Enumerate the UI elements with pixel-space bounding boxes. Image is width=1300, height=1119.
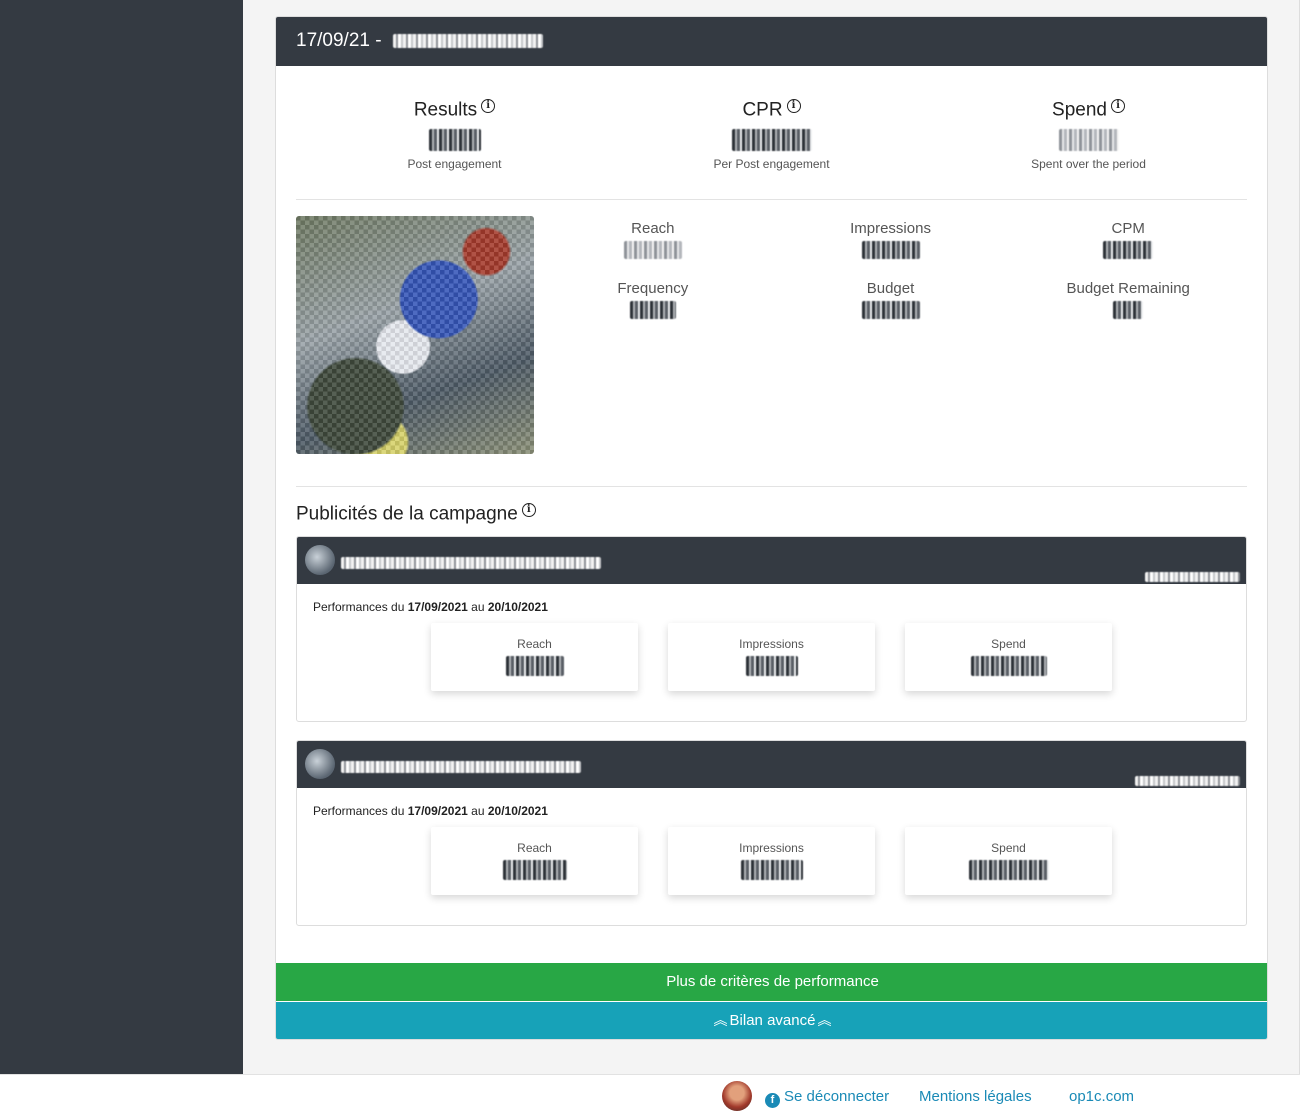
metric-value-redacted [772, 241, 1010, 261]
ad-name-redacted [341, 758, 581, 776]
metrics-grid: Reach Impressions CPM Frequency Budget B… [534, 216, 1247, 336]
kpi-results: Results i Post engagement [296, 81, 613, 199]
advanced-report-button[interactable]: ︽ Bilan avancé ︽ [276, 1002, 1267, 1039]
ad-stats: Reach Impressions Spend [431, 827, 1112, 895]
ad-date-redacted [1145, 568, 1240, 586]
ad-stat-value-redacted [905, 656, 1112, 676]
campaign-name-redacted [392, 33, 543, 48]
ad-stat-impressions: Impressions [668, 623, 875, 691]
ad-stat-reach: Reach [431, 623, 638, 691]
metric-cpm: CPM [1009, 216, 1247, 276]
user-avatar[interactable] [722, 1081, 752, 1111]
sidebar [0, 0, 243, 1074]
metric-value-redacted [534, 301, 772, 321]
ad-avatar [305, 545, 335, 575]
metric-label: Reach [631, 220, 675, 237]
ad-name-redacted [341, 554, 601, 572]
kpi-row: Results i Post engagement CPR i Per Post e… [296, 81, 1247, 199]
ad-stat-spend: Spend [905, 827, 1112, 895]
site-link[interactable]: op1c.com [1069, 1088, 1134, 1105]
kpi-title: Spend [1052, 99, 1107, 121]
campaign-date: 17/09/21 - [296, 30, 382, 51]
metric-label: Impressions [850, 220, 931, 237]
info-icon[interactable]: i [786, 99, 801, 113]
metric-value-redacted [534, 241, 772, 261]
logout-link[interactable]: f Se déconnecter [765, 1088, 889, 1108]
metric-value-redacted [1009, 301, 1247, 321]
footer: f Se déconnecter Mentions légales op1c.co… [0, 1074, 1300, 1119]
ad-stats: Reach Impressions Spend [431, 623, 1112, 691]
ad-card: Performances du 17/09/2021 au 20/10/2021… [296, 740, 1247, 926]
ad-stat-impressions: Impressions [668, 827, 875, 895]
kpi-value-redacted [613, 129, 930, 153]
ad-card: Performances du 17/09/2021 au 20/10/2021… [296, 536, 1247, 722]
ads-section-title: Publicités de la campagne i [296, 503, 536, 525]
ad-header [297, 741, 1246, 788]
main-content: 17/09/21 - Results i Post engagement CPR i… [243, 0, 1300, 1074]
campaign-header: 17/09/21 - [276, 17, 1267, 66]
ad-stat-value-redacted [431, 860, 638, 880]
metric-budget-remaining: Budget Remaining [1009, 276, 1247, 336]
ad-header [297, 537, 1246, 584]
metric-impressions: Impressions [772, 216, 1010, 276]
ad-stat-spend: Spend [905, 623, 1112, 691]
divider [296, 486, 1247, 487]
kpi-subtitle: Per Post engagement [713, 157, 830, 172]
ad-avatar [305, 749, 335, 779]
ad-date-redacted [1135, 772, 1240, 790]
advanced-report-label: Bilan avancé [729, 1012, 816, 1029]
kpi-title: Results [413, 99, 478, 121]
double-chevron-up-icon: ︽ [817, 1012, 832, 1029]
more-criteria-button[interactable]: Plus de critères de performance [276, 963, 1267, 1001]
info-icon[interactable]: i [481, 99, 496, 113]
ad-stat-value-redacted [905, 860, 1112, 880]
kpi-subtitle: Spent over the period [1031, 157, 1146, 172]
kpi-title: CPR [742, 99, 783, 121]
ad-creative-image [296, 216, 534, 454]
legal-link[interactable]: Mentions légales [919, 1088, 1032, 1105]
ad-stat-value-redacted [668, 656, 875, 676]
ad-performance-period: Performances du 17/09/2021 au 20/10/2021 [313, 600, 548, 614]
double-chevron-up-icon: ︽ [713, 1012, 728, 1029]
info-icon[interactable]: i [1110, 99, 1125, 113]
metric-label: CPM [1111, 220, 1145, 237]
ad-performance-period: Performances du 17/09/2021 au 20/10/2021 [313, 804, 548, 818]
ad-stat-reach: Reach [431, 827, 638, 895]
metric-label: Budget [866, 280, 915, 297]
metric-frequency: Frequency [534, 276, 772, 336]
ad-stat-value-redacted [668, 860, 875, 880]
kpi-cpr: CPR i Per Post engagement [613, 81, 930, 199]
kpi-spend: Spend i Spent over the period [930, 81, 1247, 199]
kpi-subtitle: Post engagement [407, 157, 502, 172]
divider [296, 199, 1247, 200]
metric-label: Frequency [617, 280, 689, 297]
ad-stat-value-redacted [431, 656, 638, 676]
kpi-value-redacted [296, 129, 613, 153]
metric-label: Budget Remaining [1066, 280, 1190, 297]
metric-value-redacted [772, 301, 1010, 321]
metric-reach: Reach [534, 216, 772, 276]
kpi-value-redacted [930, 129, 1247, 153]
campaign-card: 17/09/21 - Results i Post engagement CPR i… [275, 16, 1268, 1040]
facebook-icon: f [765, 1092, 780, 1108]
info-icon[interactable]: i [521, 503, 536, 517]
metric-value-redacted [1009, 241, 1247, 261]
metric-budget: Budget [772, 276, 1010, 336]
